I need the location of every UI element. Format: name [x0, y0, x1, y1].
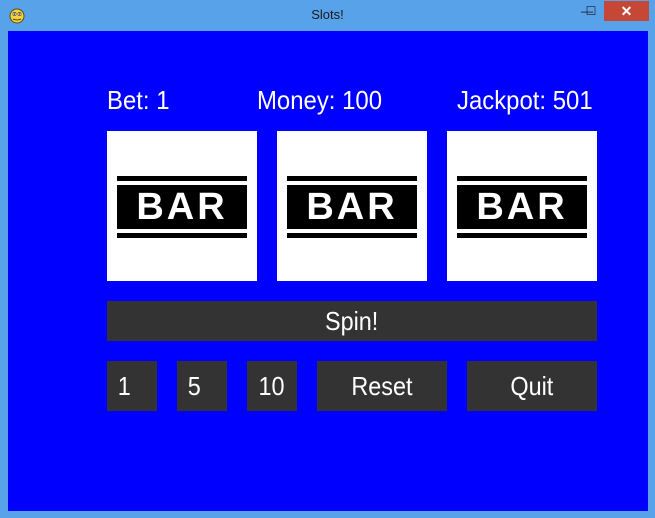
bet-1-button[interactable]: 1 [107, 361, 157, 411]
maximize-button[interactable]: ☐ [580, 1, 602, 21]
money-label: Money: 100 [257, 85, 383, 115]
bar-bottom-line [287, 233, 417, 238]
spin-button[interactable]: Spin! [107, 301, 597, 341]
reel-1: BAR [107, 131, 257, 281]
bar-symbol-icon: BAR [457, 176, 587, 238]
bet-5-button[interactable]: 5 [177, 361, 227, 411]
title-bar[interactable]: Slots! — ☐ ✕ [0, 0, 655, 31]
bet-1-label: 1 [117, 370, 131, 401]
reset-button-label: Reset [351, 370, 413, 401]
spin-button-label: Spin! [325, 305, 379, 336]
jackpot-label: Jackpot: 501 [457, 85, 593, 115]
bet-10-button[interactable]: 10 [247, 361, 297, 411]
bar-top-line [117, 176, 247, 181]
reel-2: BAR [277, 131, 427, 281]
close-button[interactable]: ✕ [604, 1, 649, 21]
bar-bottom-line [117, 233, 247, 238]
bar-symbol-icon: BAR [287, 176, 417, 238]
bar-text: BAR [457, 185, 587, 229]
quit-button-label: Quit [510, 370, 554, 401]
quit-button[interactable]: Quit [467, 361, 597, 411]
bar-text: BAR [117, 185, 247, 229]
bar-bottom-line [457, 233, 587, 238]
bar-top-line [457, 176, 587, 181]
bar-text: BAR [287, 185, 417, 229]
reset-button[interactable]: Reset [317, 361, 447, 411]
bar-top-line [287, 176, 417, 181]
reel-3: BAR [447, 131, 597, 281]
app-window: Slots! — ☐ ✕ Bet: 1 Money: 100 Jackpot: … [0, 0, 655, 518]
window-title: Slots! [311, 7, 344, 22]
bet-5-label: 5 [187, 370, 201, 401]
game-canvas: Bet: 1 Money: 100 Jackpot: 501 BAR BAR B… [8, 31, 648, 511]
bet-10-label: 10 [258, 370, 285, 401]
bet-label: Bet: 1 [107, 85, 170, 115]
bar-symbol-icon: BAR [117, 176, 247, 238]
